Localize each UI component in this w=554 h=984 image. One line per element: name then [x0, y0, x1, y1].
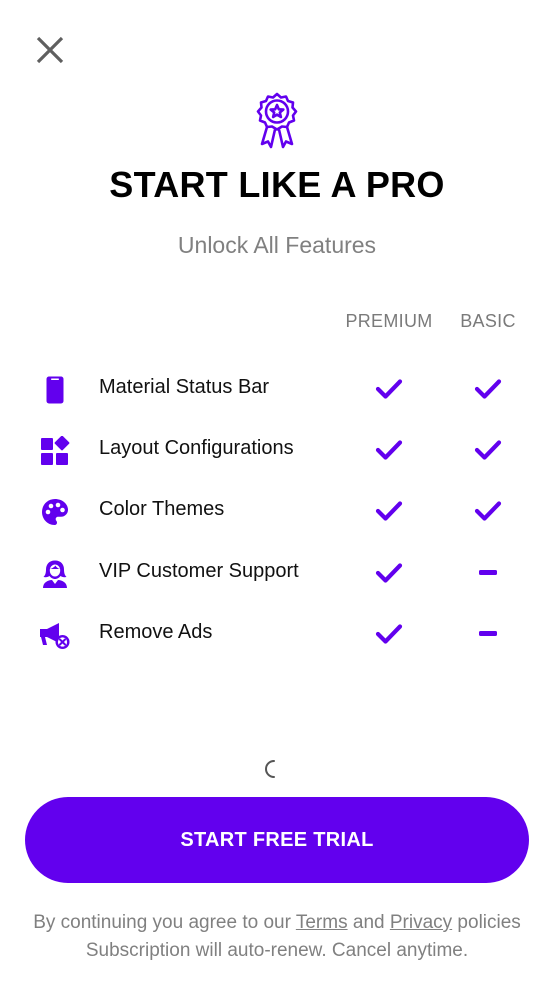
- footer-line-1: By continuing you agree to our Terms and…: [0, 909, 554, 937]
- footer-suffix-text: policies: [452, 912, 521, 933]
- support-agent-icon: [38, 558, 72, 590]
- award-badge-icon: [256, 92, 298, 149]
- footer-line-2: Subscription will auto-renew. Cancel any…: [85, 940, 469, 961]
- legal-footer: By continuing you agree to our Terms and…: [0, 909, 554, 965]
- page-subtitle: Unlock All Features: [177, 232, 377, 258]
- megaphone-off-icon: [38, 619, 72, 651]
- basic-dash-icon: [468, 558, 508, 588]
- feature-row: Color Themes: [0, 486, 554, 536]
- premium-check-icon: [369, 619, 409, 649]
- page-title: START LIKE A PRO: [109, 164, 445, 205]
- close-button[interactable]: [28, 28, 72, 72]
- close-icon: [36, 36, 64, 64]
- start-free-trial-button[interactable]: START FREE TRIAL: [25, 797, 529, 883]
- footer-prefix-text: By continuing you agree to our: [33, 912, 296, 933]
- feature-label: Layout Configurations: [99, 437, 294, 459]
- feature-label: Color Themes: [99, 498, 225, 520]
- phone-icon: [38, 374, 72, 406]
- footer-and-text: and: [347, 912, 390, 933]
- feature-row: Remove Ads: [0, 609, 554, 659]
- palette-icon: [38, 496, 72, 528]
- feature-row: Material Status Bar: [0, 364, 554, 414]
- basic-check-icon: [468, 374, 508, 404]
- terms-link[interactable]: Terms: [296, 912, 348, 933]
- feature-label: VIP Customer Support: [99, 560, 299, 582]
- privacy-link[interactable]: Privacy: [390, 912, 452, 933]
- feature-label: Material Status Bar: [99, 376, 270, 398]
- premium-check-icon: [369, 374, 409, 404]
- premium-check-icon: [369, 496, 409, 526]
- premium-check-icon: [369, 435, 409, 465]
- feature-row: VIP Customer Support: [0, 548, 554, 598]
- loading-spinner-icon: [265, 760, 275, 778]
- column-header-basic: BASIC: [460, 311, 516, 331]
- feature-row: Layout Configurations: [0, 425, 554, 475]
- basic-check-icon: [468, 496, 508, 526]
- basic-dash-icon: [468, 619, 508, 649]
- layout-grid-icon: [38, 435, 72, 467]
- feature-label: Remove Ads: [99, 621, 213, 643]
- paywall-screen: START LIKE A PRO Unlock All Features PRE…: [0, 0, 554, 984]
- premium-check-icon: [369, 558, 409, 588]
- basic-check-icon: [468, 435, 508, 465]
- column-header-premium: PREMIUM: [345, 311, 433, 331]
